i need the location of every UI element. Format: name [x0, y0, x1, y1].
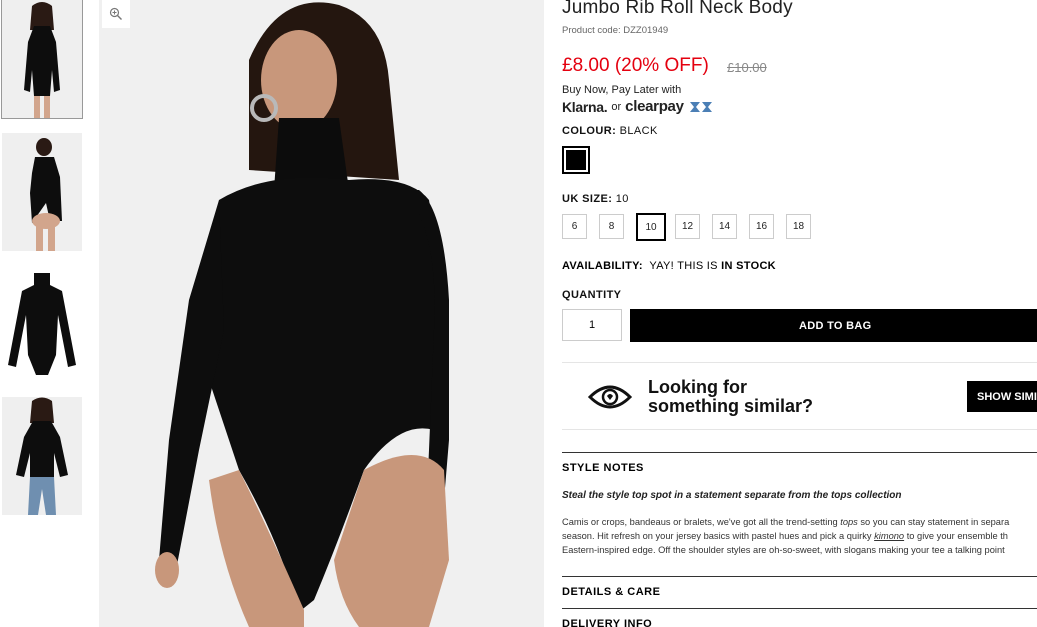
style-notes-line-2: season. Hit refresh on your jersey basic… [562, 529, 1037, 543]
thumbnail-image-front [2, 0, 82, 118]
pay-later-text: Buy Now, Pay Later with [562, 84, 682, 96]
colour-label-text: COLOUR: [562, 125, 617, 137]
size-option-12[interactable]: 12 [675, 214, 700, 239]
style-text: season. Hit refresh on your jersey basic… [562, 531, 875, 541]
thumbnail-1[interactable] [1, 0, 83, 119]
delivery-info-header[interactable]: DELIVERY INFO [562, 608, 1037, 627]
klarna-logo[interactable]: Klarna. [562, 99, 608, 115]
size-options: 6 8 10 12 14 16 18 [562, 213, 823, 241]
thumbnail-image-outfit [2, 397, 82, 515]
main-product-image[interactable] [99, 0, 544, 627]
similar-line-2: something similar? [648, 396, 814, 416]
tops-link[interactable]: tops [840, 517, 858, 527]
thumbnail-4[interactable] [2, 397, 82, 515]
availability-label: AVAILABILITY: [562, 260, 643, 272]
style-notes-line-1: Camis or crops, bandeaus or bralets, we'… [562, 515, 1037, 529]
quantity-label: QUANTITY [562, 289, 622, 301]
clearpay-logo[interactable]: clearpay [625, 98, 684, 115]
style-text: to give your ensemble th [904, 531, 1008, 541]
zoom-button[interactable] [102, 0, 130, 28]
payment-providers: Klarna. or clearpay [562, 98, 714, 115]
stock-status: IN STOCK [721, 260, 776, 272]
zoom-in-icon [109, 7, 122, 20]
size-option-14[interactable]: 14 [712, 214, 737, 239]
eye-icon [588, 385, 632, 409]
size-option-16[interactable]: 16 [749, 214, 774, 239]
style-notes-intro: Steal the style top spot in a statement … [562, 490, 902, 501]
similar-line-1: Looking for [648, 377, 747, 397]
colour-swatch-black[interactable] [562, 146, 590, 174]
style-notes-body: Camis or crops, bandeaus or bralets, we'… [562, 515, 1037, 557]
colour-label: COLOUR: BLACK [562, 125, 658, 137]
or-text: or [611, 100, 622, 113]
show-similar-button[interactable]: SHOW SIMI [967, 381, 1037, 412]
size-option-10[interactable]: 10 [636, 213, 666, 241]
style-notes-header[interactable]: STYLE NOTES [562, 452, 1037, 474]
thumbnail-3[interactable] [2, 265, 82, 383]
style-text: so you can stay statement in separa [857, 517, 1010, 527]
product-info-panel: Jumbo Rib Roll Neck Body Product code: D… [562, 0, 1037, 627]
similar-items-banner: Looking for something similar? SHOW SIMI [562, 362, 1037, 430]
size-option-18[interactable]: 18 [786, 214, 811, 239]
thumbnail-image-flat [2, 265, 82, 383]
add-to-bag-button[interactable]: ADD TO BAG [630, 309, 1037, 342]
clearpay-arrows-icon [689, 101, 712, 112]
similar-heading: Looking for something similar? [648, 378, 813, 416]
kimono-link[interactable]: kimono [874, 531, 904, 541]
sale-price: £8.00 (20% OFF) [562, 55, 709, 76]
size-option-6[interactable]: 6 [562, 214, 587, 239]
product-code: Product code: DZZ01949 [562, 25, 669, 36]
size-value: 10 [615, 193, 629, 205]
quantity-input[interactable] [562, 309, 622, 341]
availability: AVAILABILITY: YAY! THIS IS IN STOCK [562, 260, 776, 272]
thumbnail-image-back [2, 133, 82, 251]
original-price: £10.00 [727, 60, 767, 75]
size-option-8[interactable]: 8 [599, 214, 624, 239]
details-care-header[interactable]: DETAILS & CARE [562, 576, 1037, 598]
swatch-fill [566, 150, 586, 170]
colour-value: BLACK [619, 125, 658, 137]
size-label: UK SIZE: 10 [562, 193, 629, 205]
style-notes-line-3: Eastern-inspired edge. Off the shoulder … [562, 545, 1005, 555]
product-title: Jumbo Rib Roll Neck Body [562, 0, 793, 18]
availability-text: YAY! THIS IS [649, 260, 718, 272]
product-photo [99, 0, 544, 627]
size-label-text: UK SIZE: [562, 193, 613, 205]
style-text: Camis or crops, bandeaus or bralets, we'… [562, 517, 841, 527]
thumbnail-2[interactable] [2, 133, 82, 251]
